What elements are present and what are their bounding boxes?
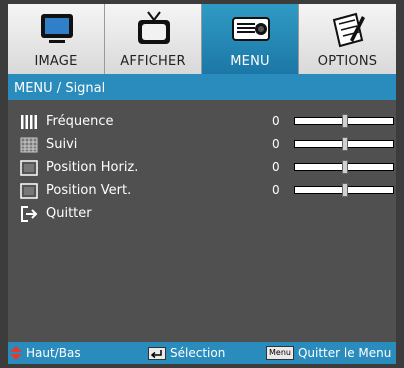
up-down-arrow-icon [10, 346, 22, 360]
footer-exit-label: Quitter le Menu [297, 346, 392, 360]
position-vert-slider[interactable] [294, 183, 394, 197]
slider-thumb[interactable] [342, 114, 348, 128]
footer-nav: Haut/Bas [10, 346, 81, 360]
slider-thumb[interactable] [342, 137, 348, 151]
footer-select: Sélection [148, 346, 225, 360]
enter-key-icon [148, 346, 166, 360]
exit-icon [21, 206, 38, 222]
page-title: MENU / Signal [8, 78, 396, 100]
row-value: 0 [272, 137, 280, 151]
row-value: 0 [272, 114, 280, 128]
tab-options-label: OPTIONS [317, 54, 378, 69]
menu-row-quitter[interactable]: Quitter [16, 204, 388, 224]
row-label: Position Horiz. [46, 160, 139, 175]
bars-icon [21, 115, 37, 129]
row-label: Position Vert. [46, 183, 132, 198]
tab-menu[interactable]: MENU [202, 4, 299, 74]
row-value: 0 [272, 160, 280, 174]
tv-icon [138, 11, 170, 44]
tab-options[interactable]: OPTIONS [299, 4, 396, 74]
projector-icon [232, 17, 270, 41]
grid-icon [20, 137, 38, 153]
footer-bar: Haut/Bas Sélection Menu Quitter le Menu [8, 342, 396, 364]
tab-image-label: IMAGE [34, 54, 78, 69]
footer-select-label: Sélection [170, 346, 226, 360]
menu-row-suivi[interactable]: Suivi 0 [16, 135, 394, 155]
square-icon [20, 183, 38, 199]
menu-row-frequence[interactable]: Fréquence 0 [16, 112, 394, 132]
frequence-slider[interactable] [294, 114, 394, 128]
row-label: Fréquence [46, 114, 114, 129]
square-icon [20, 160, 38, 176]
menu-content: Fréquence 0 Suivi 0 Position Horiz. 0 Po… [8, 100, 396, 342]
osd-menu: IMAGE AFFICHER MENU OPTIONS MENU / Signa… [0, 0, 404, 368]
position-horiz-slider[interactable] [294, 160, 394, 174]
menu-row-position-horiz[interactable]: Position Horiz. 0 [16, 158, 394, 178]
menu-row-position-vert[interactable]: Position Vert. 0 [16, 181, 394, 201]
suivi-slider[interactable] [294, 137, 394, 151]
notepad-icon [332, 12, 365, 48]
footer-nav-label: Haut/Bas [26, 346, 81, 360]
slider-thumb[interactable] [342, 183, 348, 197]
menu-key-icon: Menu [266, 346, 294, 360]
tab-afficher-label: AFFICHER [120, 54, 186, 69]
tab-image[interactable]: IMAGE [8, 4, 105, 74]
slider-thumb[interactable] [342, 160, 348, 174]
row-value: 0 [272, 183, 280, 197]
row-label: Suivi [46, 137, 78, 152]
tab-menu-label: MENU [230, 54, 270, 69]
monitor-icon [41, 14, 73, 43]
footer-exit: Menu Quitter le Menu [266, 346, 391, 360]
tab-afficher[interactable]: AFFICHER [105, 4, 202, 74]
row-label: Quitter [46, 206, 92, 221]
tab-bar: IMAGE AFFICHER MENU OPTIONS [8, 4, 396, 74]
